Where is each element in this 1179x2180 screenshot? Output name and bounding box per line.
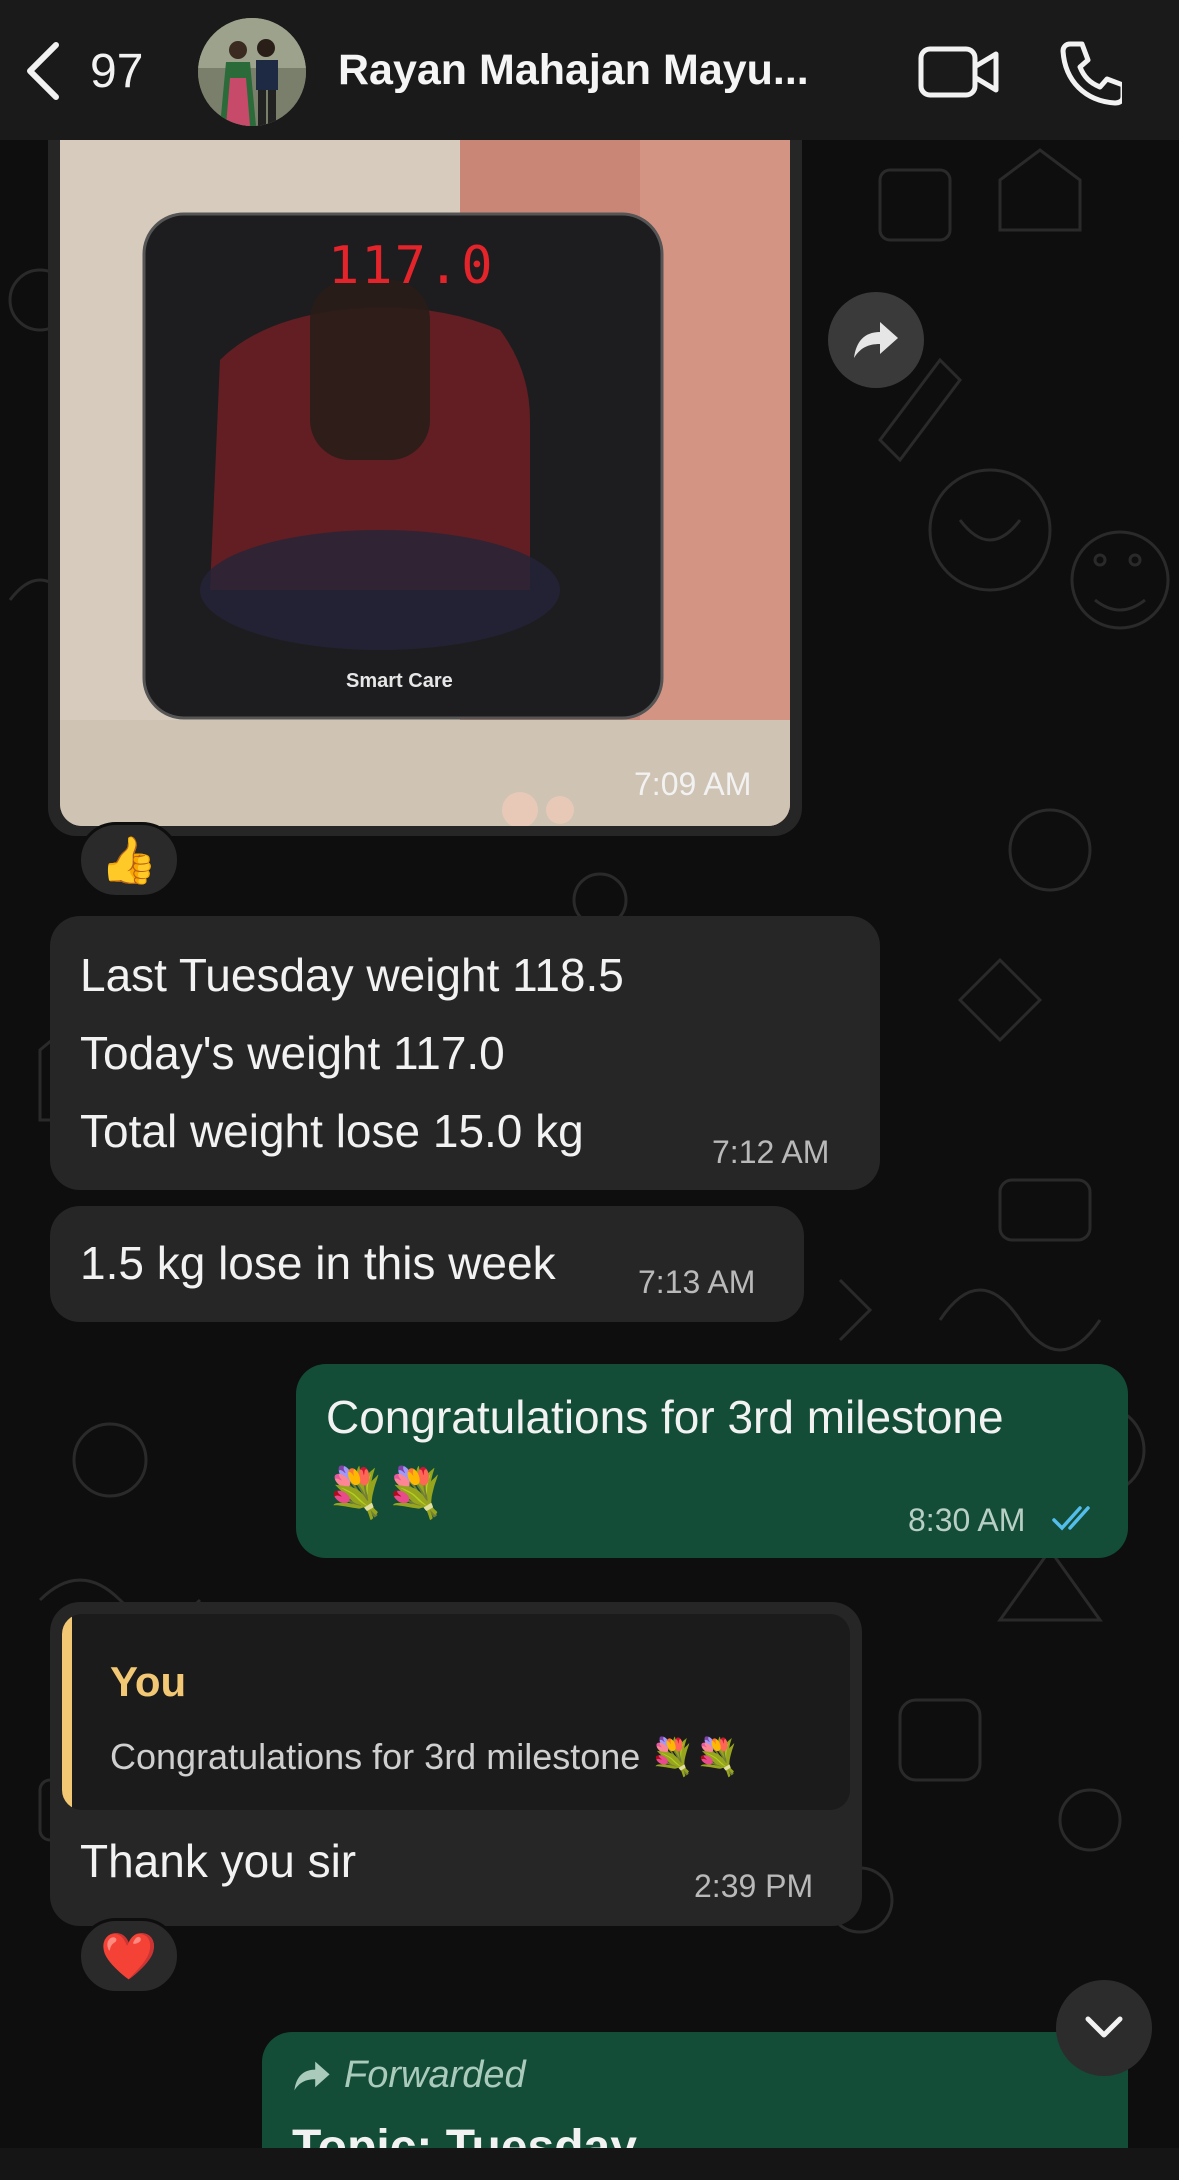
chevron-down-icon [1085,2016,1123,2038]
reaction-badge[interactable]: 👍 [78,822,180,898]
video-call-button[interactable] [918,44,1000,100]
message-time: 2:39 PM [694,1868,814,1904]
reply-message[interactable]: You Congratulations for 3rd milestone 💐💐… [50,1602,862,1926]
scale-brand: Smart Care [346,670,453,692]
message-line: Last Tuesday weight 118.5 [80,949,624,1001]
message-time: 7:09 AM [634,766,752,802]
double-check-icon [1052,1506,1090,1531]
avatar[interactable] [198,18,306,126]
quote-text: Congratulations for 3rd milestone 💐💐 [110,1736,740,1777]
contact-name[interactable]: Rayan Mahajan Mayu... [338,46,809,95]
scale-photo[interactable]: 117.0 Smart Care [60,120,790,826]
forward-arrow-icon [294,2061,330,2090]
weight-loss-message[interactable]: 1.5 kg lose in this week 7:13 AM [50,1206,804,1322]
thumbs-up-icon: 👍 [100,833,158,886]
message-line: Total weight lose 15.0 kg [80,1105,584,1157]
chat-header: 97 Rayan Mahajan Mayu... [0,0,1179,140]
scroll-to-bottom-button[interactable] [1056,1980,1152,2076]
forward-button[interactable] [828,292,924,388]
forwarded-text: Forwarded [344,2054,526,2096]
message-time: 7:13 AM [638,1264,756,1300]
phone-icon [1060,41,1126,106]
forward-arrow-icon [854,322,898,358]
congrats-message[interactable]: Congratulations for 3rd milestone 💐💐 8:3… [296,1364,1128,1558]
forwarded-label: Forwarded [292,2054,526,2097]
voice-call-button[interactable] [1056,40,1126,106]
message-text: Congratulations for 3rd milestone [326,1391,1004,1443]
video-camera-icon [918,46,999,98]
bouquet-emoji: 💐💐 [326,1467,446,1520]
quote-author: You [110,1658,187,1705]
message-time: 8:30 AM [908,1502,1026,1538]
composer-bar-edge [0,2148,1179,2180]
scale-photo-image [60,120,790,826]
message-text: 1.5 kg lose in this week [80,1237,556,1289]
quoted-message[interactable]: You Congratulations for 3rd milestone 💐💐 [62,1614,850,1810]
scale-display: 117.0 [328,236,495,296]
heart-icon: ❤️ [100,1929,158,1982]
message-time: 7:12 AM [712,1134,830,1170]
message-line: Today's weight 117.0 [80,1027,505,1079]
weight-message[interactable]: Last Tuesday weight 118.5 Today's weight… [50,916,880,1190]
message-text: Thank you sir [80,1835,357,1887]
reaction-badge[interactable]: ❤️ [78,1918,180,1994]
image-message[interactable]: 117.0 Smart Care 7:09 AM [48,120,802,836]
avatar-photo [198,18,306,126]
back-button[interactable] [18,38,68,104]
chevron-left-icon [27,42,59,100]
unread-count[interactable]: 97 [90,44,143,99]
quote-accent-bar [62,1614,72,1810]
